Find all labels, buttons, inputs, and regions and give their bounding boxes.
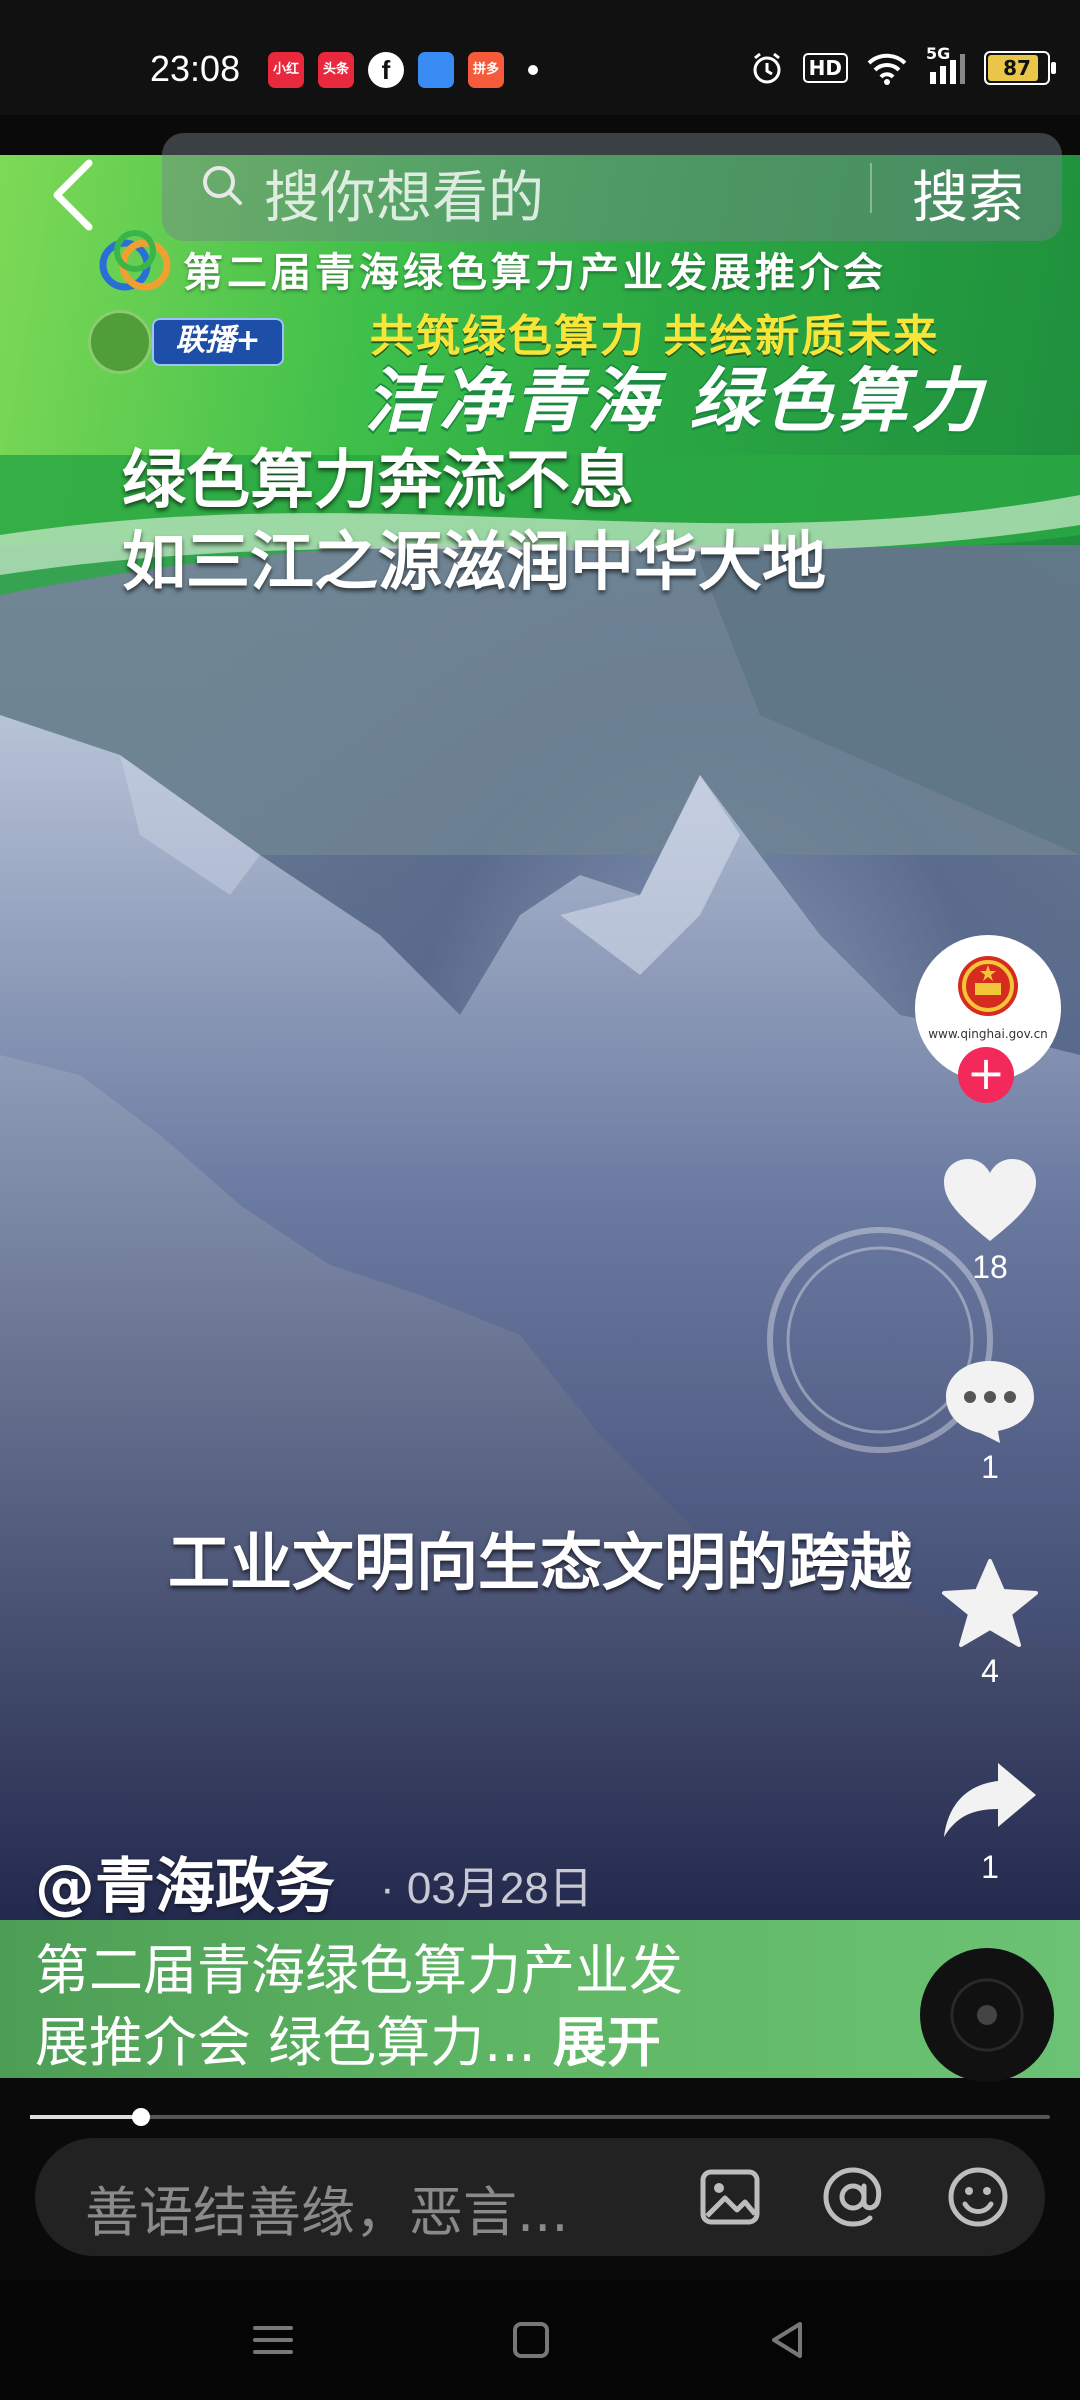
- menu-recents-icon[interactable]: [243, 2310, 303, 2370]
- message-notification-icon: [418, 52, 454, 88]
- video-caption-middle: 工业文明向生态文明的跨越: [167, 1526, 912, 1599]
- clock: 23:08: [150, 48, 241, 89]
- pinduoduo-notification-icon: 拼多多: [468, 52, 504, 88]
- comment-input[interactable]: 善语结善缘，恶言...: [85, 2168, 569, 2247]
- search-bar[interactable]: 搜你想看的 搜索: [162, 133, 1062, 241]
- more-notifications-dot: [528, 65, 538, 75]
- emoji-icon[interactable]: [945, 2164, 1011, 2230]
- status-indicators: HD 5G 87: [749, 44, 1056, 86]
- progress-scrubber-handle[interactable]: [132, 2108, 151, 2126]
- video-caption-top: 绿色算力奔流不息 如三江之源滋润中华大地: [122, 440, 826, 604]
- share-arrow-icon: [944, 1763, 1036, 1837]
- facebook-notification-icon: f: [368, 52, 404, 88]
- avatar-site-label: www.qinghai.gov.cn: [928, 1027, 1048, 1041]
- home-square-icon[interactable]: [501, 2310, 561, 2370]
- hd-indicator: HD: [802, 53, 848, 83]
- search-divider: [870, 163, 872, 213]
- toutiao-notification-icon: 头条: [318, 52, 354, 88]
- battery-level: 87: [1003, 56, 1031, 80]
- heart-icon: [944, 1159, 1036, 1241]
- wifi-icon: [867, 53, 907, 85]
- follow-button[interactable]: +: [958, 1047, 1014, 1103]
- caption-line-1: 绿色算力奔流不息: [122, 444, 634, 518]
- favorite-button[interactable]: 4: [930, 1557, 1050, 1690]
- author-name[interactable]: @青海政务: [35, 1838, 335, 1925]
- search-icon: [203, 166, 242, 205]
- alarm-icon: [753, 52, 781, 84]
- image-picker-icon[interactable]: [697, 2164, 763, 2230]
- xiaohongshu-notification-icon: 小红书: [268, 52, 304, 88]
- expand-link[interactable]: 展开: [553, 2011, 661, 2074]
- video-progress-bar[interactable]: [30, 2108, 1050, 2126]
- status-bar: 23:08 小红书 头条 f 拼多多 HD 5G 87: [0, 0, 1080, 115]
- comment-bubble-icon: [946, 1361, 1034, 1443]
- battery-indicator: 87: [984, 51, 1056, 85]
- notification-icons: 小红书 头条 f 拼多多: [268, 52, 538, 88]
- like-count: 18: [972, 1249, 1008, 1285]
- national-emblem-icon: [958, 956, 1018, 1016]
- back-arrow-icon[interactable]: [45, 155, 105, 235]
- search-input[interactable]: 搜你想看的: [264, 153, 544, 234]
- share-button[interactable]: 1: [930, 1755, 1050, 1886]
- post-description[interactable]: 第二届青海绿色算力产业发 展推介会 绿色算力... 展开: [35, 1935, 835, 2079]
- lianbo-plus-badge: 联播+: [152, 318, 284, 366]
- description-line-1: 第二届青海绿色算力产业发: [35, 1939, 683, 2002]
- back-triangle-icon[interactable]: [758, 2310, 818, 2370]
- progress-played: [30, 2115, 142, 2119]
- top-controls: 搜你想看的 搜索: [0, 133, 1080, 255]
- comment-count: 1: [981, 1449, 999, 1485]
- post-date: · 03月28日: [380, 1864, 593, 1913]
- slogan-line-2: 洁净青海 绿色算力: [365, 360, 986, 442]
- signal-icon: 5G: [926, 44, 966, 86]
- description-line-2-text: 展推介会 绿色算力...: [35, 2011, 536, 2074]
- star-icon: [942, 1559, 1038, 1647]
- music-disc-icon[interactable]: [920, 1948, 1054, 2082]
- channel-badge-icon: [88, 310, 152, 374]
- caption-line-2: 如三江之源滋润中华大地: [122, 526, 826, 600]
- comment-button[interactable]: 1: [930, 1355, 1050, 1486]
- search-button[interactable]: 搜索: [912, 153, 1024, 234]
- comment-input-bar[interactable]: 善语结善缘，恶言...: [35, 2138, 1045, 2256]
- share-count: 1: [981, 1849, 999, 1885]
- favorite-count: 4: [981, 1653, 999, 1689]
- like-button[interactable]: 18: [930, 1155, 1050, 1286]
- mention-at-icon[interactable]: [820, 2164, 886, 2230]
- system-navigation-bar: [0, 2280, 1080, 2400]
- description-line-2: 展推介会 绿色算力... 展开: [35, 2007, 835, 2079]
